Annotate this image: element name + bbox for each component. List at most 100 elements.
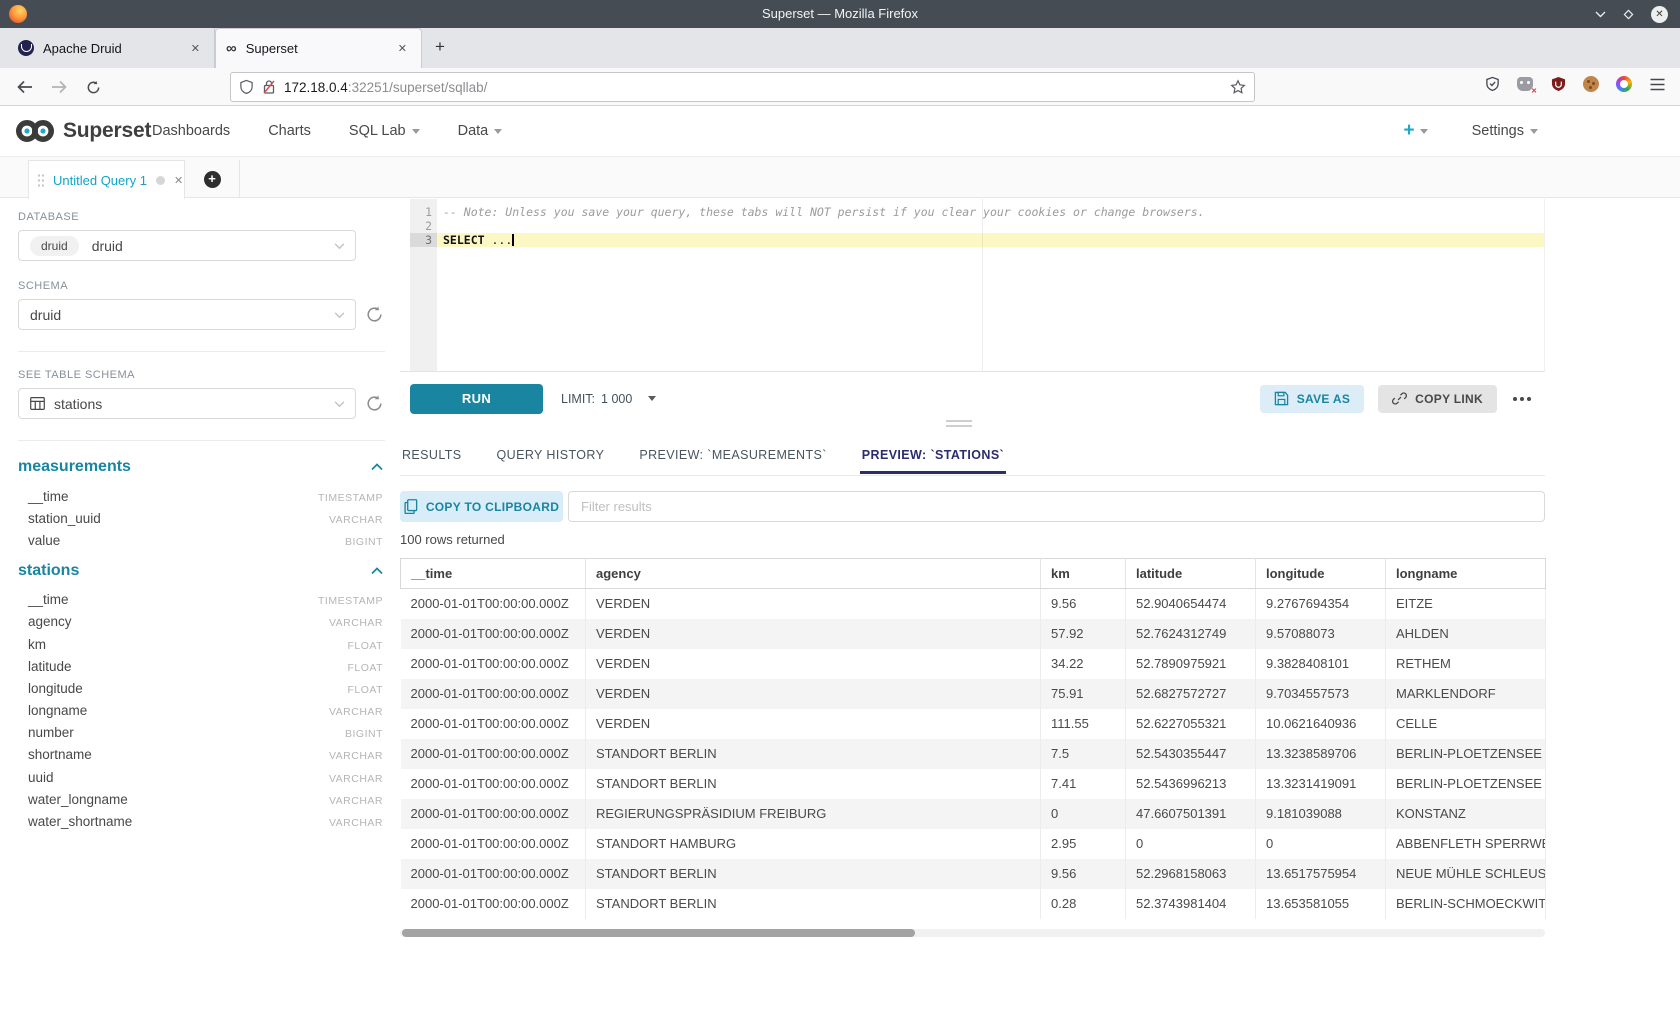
collapse-chevron-icon[interactable] <box>371 567 383 575</box>
col-header-longitude[interactable]: longitude <box>1256 559 1386 589</box>
table-name[interactable]: measurements <box>18 458 131 476</box>
ublock-icon[interactable] <box>1549 75 1567 93</box>
cell-agency: VERDEN <box>586 679 1041 709</box>
table-row: 2000-01-01T00:00:00.000Z VERDEN 75.91 52… <box>401 679 1546 709</box>
tab-close-icon[interactable]: ✕ <box>187 40 204 57</box>
column-row: km FLOAT <box>18 633 385 655</box>
collapse-chevron-icon[interactable] <box>371 463 383 471</box>
mask-extension-icon[interactable] <box>1516 75 1534 93</box>
new-query-tab-button[interactable]: + <box>185 160 240 198</box>
pane-resize-handle[interactable] <box>946 420 972 430</box>
cell-longname: AHLDEN <box>1386 619 1546 649</box>
measurements-columns: __time TIMESTAMP station_uuid VARCHAR va… <box>18 485 385 552</box>
tab-query-history[interactable]: QUERY HISTORY <box>495 435 607 475</box>
drag-handle-icon[interactable] <box>37 173 44 187</box>
nav-item-sql-lab[interactable]: SQL Lab <box>349 123 420 139</box>
col-header-longname[interactable]: longname <box>1386 559 1546 589</box>
tab-preview-stations[interactable]: PREVIEW: `STATIONS` <box>860 435 1006 475</box>
refresh-schemas-icon[interactable] <box>365 305 385 325</box>
copy-to-clipboard-button[interactable]: COPY TO CLIPBOARD <box>400 491 563 522</box>
column-row: agency VARCHAR <box>18 611 385 633</box>
table-row: 2000-01-01T00:00:00.000Z VERDEN 111.55 5… <box>401 709 1546 739</box>
database-label: DATABASE <box>18 211 385 223</box>
superset-favicon-icon: ∞ <box>226 41 237 57</box>
save-as-button[interactable]: SAVE AS <box>1260 385 1364 413</box>
column-type: BIGINT <box>345 536 383 548</box>
query-status-dot <box>156 176 165 185</box>
copy-link-button[interactable]: COPY LINK <box>1378 385 1497 413</box>
colorful-extension-icon[interactable] <box>1615 75 1633 93</box>
nav-item-charts[interactable]: Charts <box>268 123 311 139</box>
settings-menu[interactable]: Settings <box>1472 123 1538 139</box>
query-tab-close-icon[interactable]: ✕ <box>174 174 183 187</box>
tab-close-icon[interactable]: ✕ <box>394 40 411 57</box>
tab-results[interactable]: RESULTS <box>400 435 464 475</box>
schema-label: SCHEMA <box>18 280 385 292</box>
browser-tab-apache-druid[interactable]: Apache Druid ✕ <box>8 28 215 68</box>
cell-longitude: 10.0621640936 <box>1256 709 1386 739</box>
editor-gutter: 1 2 3 <box>410 199 437 371</box>
cookie-extension-icon[interactable] <box>1582 75 1600 93</box>
cell-agency: VERDEN <box>586 619 1041 649</box>
window-maximize-icon[interactable] <box>1623 9 1634 20</box>
filter-results-input[interactable] <box>568 491 1545 522</box>
url-text[interactable]: 172.18.0.4:32251/superset/sqllab/ <box>284 80 1230 95</box>
database-select[interactable]: druid druid <box>18 230 356 261</box>
col-header-latitude[interactable]: latitude <box>1126 559 1256 589</box>
column-row: longitude FLOAT <box>18 677 385 699</box>
table-select[interactable]: stations <box>18 388 356 419</box>
tab-preview-measurements[interactable]: PREVIEW: `MEASUREMENTS` <box>637 435 828 475</box>
editor-toolbar: RUN LIMIT: 1 000 SAVE AS COPY LINK <box>400 372 1545 425</box>
cell-latitude: 47.6607501391 <box>1126 799 1256 829</box>
query-tab-untitled[interactable]: Untitled Query 1 ✕ <box>28 160 185 199</box>
cell-agency: VERDEN <box>586 589 1041 619</box>
sqllab-sidebar: DATABASE druid druid SCHEMA druid <box>0 198 400 1012</box>
horizontal-scrollbar-thumb[interactable] <box>402 929 915 937</box>
superset-logo[interactable]: Superset <box>14 117 151 145</box>
col-header-agency[interactable]: agency <box>586 559 1041 589</box>
hamburger-menu-icon[interactable] <box>1648 75 1666 93</box>
pocket-shield-icon[interactable] <box>1483 75 1501 93</box>
ellipsis-menu-icon[interactable] <box>1511 393 1533 405</box>
cell-longitude: 9.57088073 <box>1256 619 1386 649</box>
editor-code-area[interactable]: -- Note: Unless you save your query, the… <box>437 199 1544 371</box>
col-header-km[interactable]: km <box>1041 559 1126 589</box>
bookmark-star-icon[interactable] <box>1230 79 1246 95</box>
schema-select[interactable]: druid <box>18 299 356 330</box>
cell-time: 2000-01-01T00:00:00.000Z <box>401 829 586 859</box>
refresh-tables-icon[interactable] <box>365 394 385 414</box>
column-type: VARCHAR <box>329 750 383 762</box>
table-row: 2000-01-01T00:00:00.000Z STANDORT HAMBUR… <box>401 829 1546 859</box>
add-new-button[interactable]: + <box>1403 120 1427 142</box>
nav-item-data[interactable]: Data <box>458 123 503 139</box>
link-icon <box>1392 391 1407 406</box>
cell-longitude: 9.7034557573 <box>1256 679 1386 709</box>
sql-empty-line <box>437 219 1544 233</box>
browser-titlebar: Superset — Mozilla Firefox ✕ <box>0 0 1680 28</box>
window-close-icon[interactable]: ✕ <box>1651 6 1668 23</box>
sql-editor[interactable]: 1 2 3 -- Note: Unless you save your quer… <box>400 199 1545 372</box>
table-schema-stations[interactable]: stations <box>18 562 383 580</box>
results-controls: COPY TO CLIPBOARD <box>400 491 1545 522</box>
reload-icon[interactable] <box>80 75 106 99</box>
line-number: 2 <box>410 219 437 233</box>
back-icon[interactable] <box>12 75 38 99</box>
window-minimize-icon[interactable] <box>1595 10 1606 18</box>
lock-disabled-icon[interactable] <box>262 79 276 95</box>
shield-icon[interactable] <box>239 79 254 95</box>
browser-tab-superset[interactable]: ∞ Superset ✕ <box>215 28 422 68</box>
run-button[interactable]: RUN <box>410 384 543 414</box>
clipboard-icon <box>404 499 418 514</box>
horizontal-scrollbar-track[interactable] <box>400 929 1545 937</box>
cell-time: 2000-01-01T00:00:00.000Z <box>401 709 586 739</box>
window-controls: ✕ <box>1595 0 1668 28</box>
column-name: __time <box>28 592 69 607</box>
forward-icon[interactable] <box>46 75 72 99</box>
limit-control[interactable]: LIMIT: 1 000 <box>561 392 656 406</box>
table-name[interactable]: stations <box>18 562 79 580</box>
nav-item-dashboards[interactable]: Dashboards <box>152 123 230 139</box>
col-header-time[interactable]: __time <box>401 559 586 589</box>
table-schema-measurements[interactable]: measurements <box>18 458 383 476</box>
new-tab-button[interactable]: + <box>428 36 452 60</box>
url-bar[interactable]: 172.18.0.4:32251/superset/sqllab/ <box>230 72 1255 102</box>
